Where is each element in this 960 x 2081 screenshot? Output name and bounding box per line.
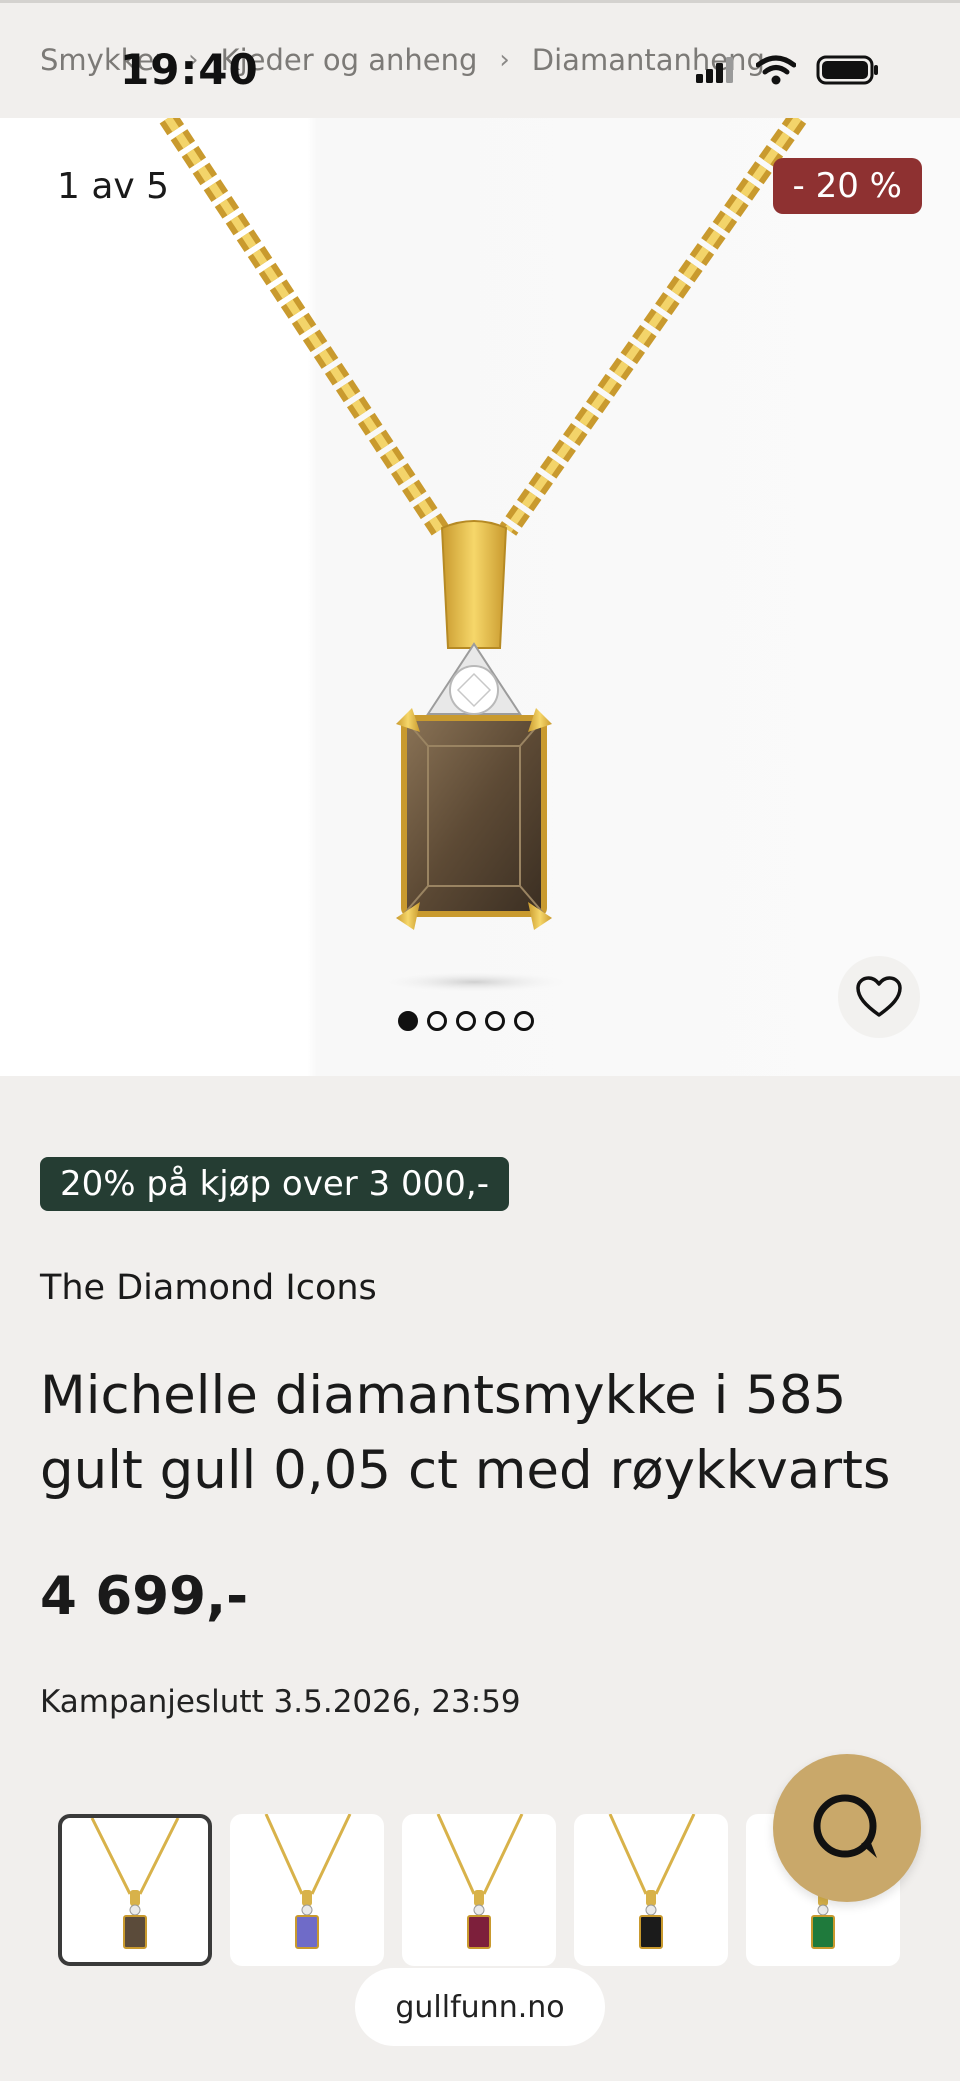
browser-url-pill[interactable]: gullfunn.no (355, 1968, 605, 2046)
variant-thumbnail-onyx[interactable] (574, 1814, 728, 1966)
thumbnail-image (264, 1814, 352, 1949)
status-icons (696, 55, 880, 85)
product-image (159, 118, 807, 994)
chevron-right-icon: › (499, 45, 510, 75)
pagination-dot[interactable] (456, 1011, 476, 1031)
heart-icon (856, 976, 902, 1017)
gallery-counter: 1 av 5 (57, 166, 170, 207)
discount-badge: - 20 % (772, 158, 922, 214)
product-image-gallery[interactable]: 1 av 5 - 20 % (0, 118, 960, 1076)
chat-icon (813, 1794, 877, 1858)
gallery-pagination (398, 1011, 534, 1031)
signal-icon (696, 57, 733, 83)
variant-thumbnail-tanzanite[interactable] (230, 1814, 384, 1966)
top-bar: Smykker › Kjeder og anheng › Diamantanhe… (0, 0, 960, 118)
status-time: 19:40 (120, 45, 259, 94)
product-brand[interactable]: The Diamond Icons (40, 1268, 377, 1308)
pagination-dot[interactable] (514, 1011, 534, 1031)
campaign-end-text: Kampanjeslutt 3.5.2026, 23:59 (40, 1684, 521, 1720)
favorite-button[interactable] (838, 956, 920, 1038)
battery-icon (816, 55, 878, 85)
wifi-icon (756, 55, 796, 85)
pagination-dot[interactable] (427, 1011, 447, 1031)
variant-thumbnail-rhodolite[interactable] (402, 1814, 556, 1966)
thumbnail-image (90, 1818, 180, 1949)
thumbnail-image (436, 1814, 524, 1949)
pagination-dot[interactable] (485, 1011, 505, 1031)
url-text: gullfunn.no (395, 1989, 565, 2025)
pagination-dot[interactable] (398, 1011, 418, 1031)
promo-badge: 20% på kjøp over 3 000,- (40, 1157, 509, 1211)
thumbnail-image (608, 1814, 696, 1949)
breadcrumb-item-kjeder[interactable]: Kjeder og anheng (221, 43, 478, 77)
product-price: 4 699,- (40, 1566, 249, 1627)
variant-thumbnail-smoky-quartz[interactable] (58, 1814, 212, 1966)
chat-button[interactable] (773, 1754, 921, 1902)
product-title: Michelle diamantsmykke i 585 gult gull 0… (40, 1365, 891, 1501)
